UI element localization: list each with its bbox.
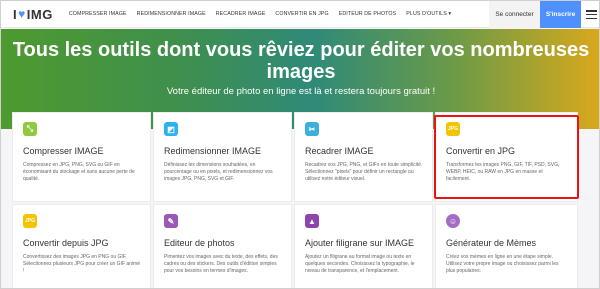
tool-card-desc: Compressez en JPG, PNG, SVG ou GIF en éc… <box>23 162 135 183</box>
tool-card-desc: Pimentez vos images avec du texte, des e… <box>164 254 278 275</box>
watermark-icon: ▲ <box>305 214 319 228</box>
nav-convert-jpg[interactable]: CONVERTIR EN JPG <box>275 11 328 17</box>
tool-card-convert-from-jpg[interactable]: JPG Convertir depuis JPG Convertissez de… <box>12 204 151 288</box>
heart-icon: ♥ <box>18 7 26 21</box>
tool-card-title: Redimensionner IMAGE <box>164 146 262 156</box>
tool-card-title: Compresser IMAGE <box>23 146 104 156</box>
tool-card-title: Ajouter filigrane sur IMAGE <box>305 238 415 248</box>
tool-card-title: Recadrer IMAGE <box>305 146 374 156</box>
nav-crop[interactable]: RECADRER IMAGE <box>216 11 266 17</box>
nav-resize[interactable]: REDIMENSIONNER IMAGE <box>137 11 206 17</box>
tool-card-desc: Convertissez des images JPG en PNG ou GI… <box>23 254 140 275</box>
main-menu: COMPRESSER IMAGE REDIMENSIONNER IMAGE RE… <box>69 1 461 28</box>
browser-frame: I ♥ IMG COMPRESSER IMAGE REDIMENSIONNER … <box>0 0 600 289</box>
top-navbar: I ♥ IMG COMPRESSER IMAGE REDIMENSIONNER … <box>1 1 599 28</box>
nav-more-tools[interactable]: PLUS D'OUTILS ▾ <box>406 11 451 17</box>
compress-icon: ⤡ <box>23 122 37 136</box>
tool-card-desc: Ajoutez un filigrane au format image ou … <box>305 254 415 275</box>
tool-card-desc: Recadrez vos JPG, PNG, et GIFs en toute … <box>305 162 423 183</box>
tool-card-photo-editor[interactable]: ✎ Editeur de photos Pimentez vos images … <box>153 204 292 288</box>
hamburger-menu-icon[interactable] <box>586 10 597 20</box>
tool-card-crop[interactable]: ✂ Recadrer IMAGE Recadrez vos JPG, PNG, … <box>294 112 433 202</box>
hero-subtitle: Votre éditeur de photo en ligne est là e… <box>166 86 436 97</box>
hero-title: Tous les outils dont vous rêviez pour éd… <box>12 39 590 83</box>
pencil-icon: ✎ <box>164 214 178 228</box>
tool-card-title: Convertir depuis JPG <box>23 238 109 248</box>
signup-button[interactable]: S'inscrire <box>540 1 581 28</box>
convert-from-jpg-icon: JPG <box>23 214 37 228</box>
meme-icon: ☺ <box>446 214 460 228</box>
tool-card-resize[interactable]: ◩ Redimensionner IMAGE Définissez les di… <box>153 112 292 202</box>
tool-card-title: Editeur de photos <box>164 238 235 248</box>
nav-photo-editor[interactable]: EDITEUR DE PHOTOS <box>339 11 397 17</box>
tool-card-desc: Définissez les dimensions souhaitées, en… <box>164 162 273 183</box>
tool-card-meme[interactable]: ☺ Générateur de Mèmes Créez vos mèmes en… <box>435 204 578 288</box>
login-button[interactable]: Se connecter <box>489 1 540 28</box>
tool-card-compress[interactable]: ⤡ Compresser IMAGE Compressez en JPG, PN… <box>12 112 151 202</box>
tool-card-desc: Créez vos mèmes en ligne en une étape si… <box>446 254 559 275</box>
logo-brand: IMG <box>26 6 53 22</box>
logo[interactable]: I ♥ IMG <box>13 7 53 22</box>
resize-icon: ◩ <box>164 122 178 136</box>
tool-card-watermark[interactable]: ▲ Ajouter filigrane sur IMAGE Ajoutez un… <box>294 204 433 288</box>
tool-card-title: Générateur de Mèmes <box>446 238 537 248</box>
nav-compress[interactable]: COMPRESSER IMAGE <box>69 11 127 17</box>
logo-letter: I <box>13 6 18 22</box>
highlight-box <box>434 115 579 199</box>
crop-icon: ✂ <box>305 122 319 136</box>
